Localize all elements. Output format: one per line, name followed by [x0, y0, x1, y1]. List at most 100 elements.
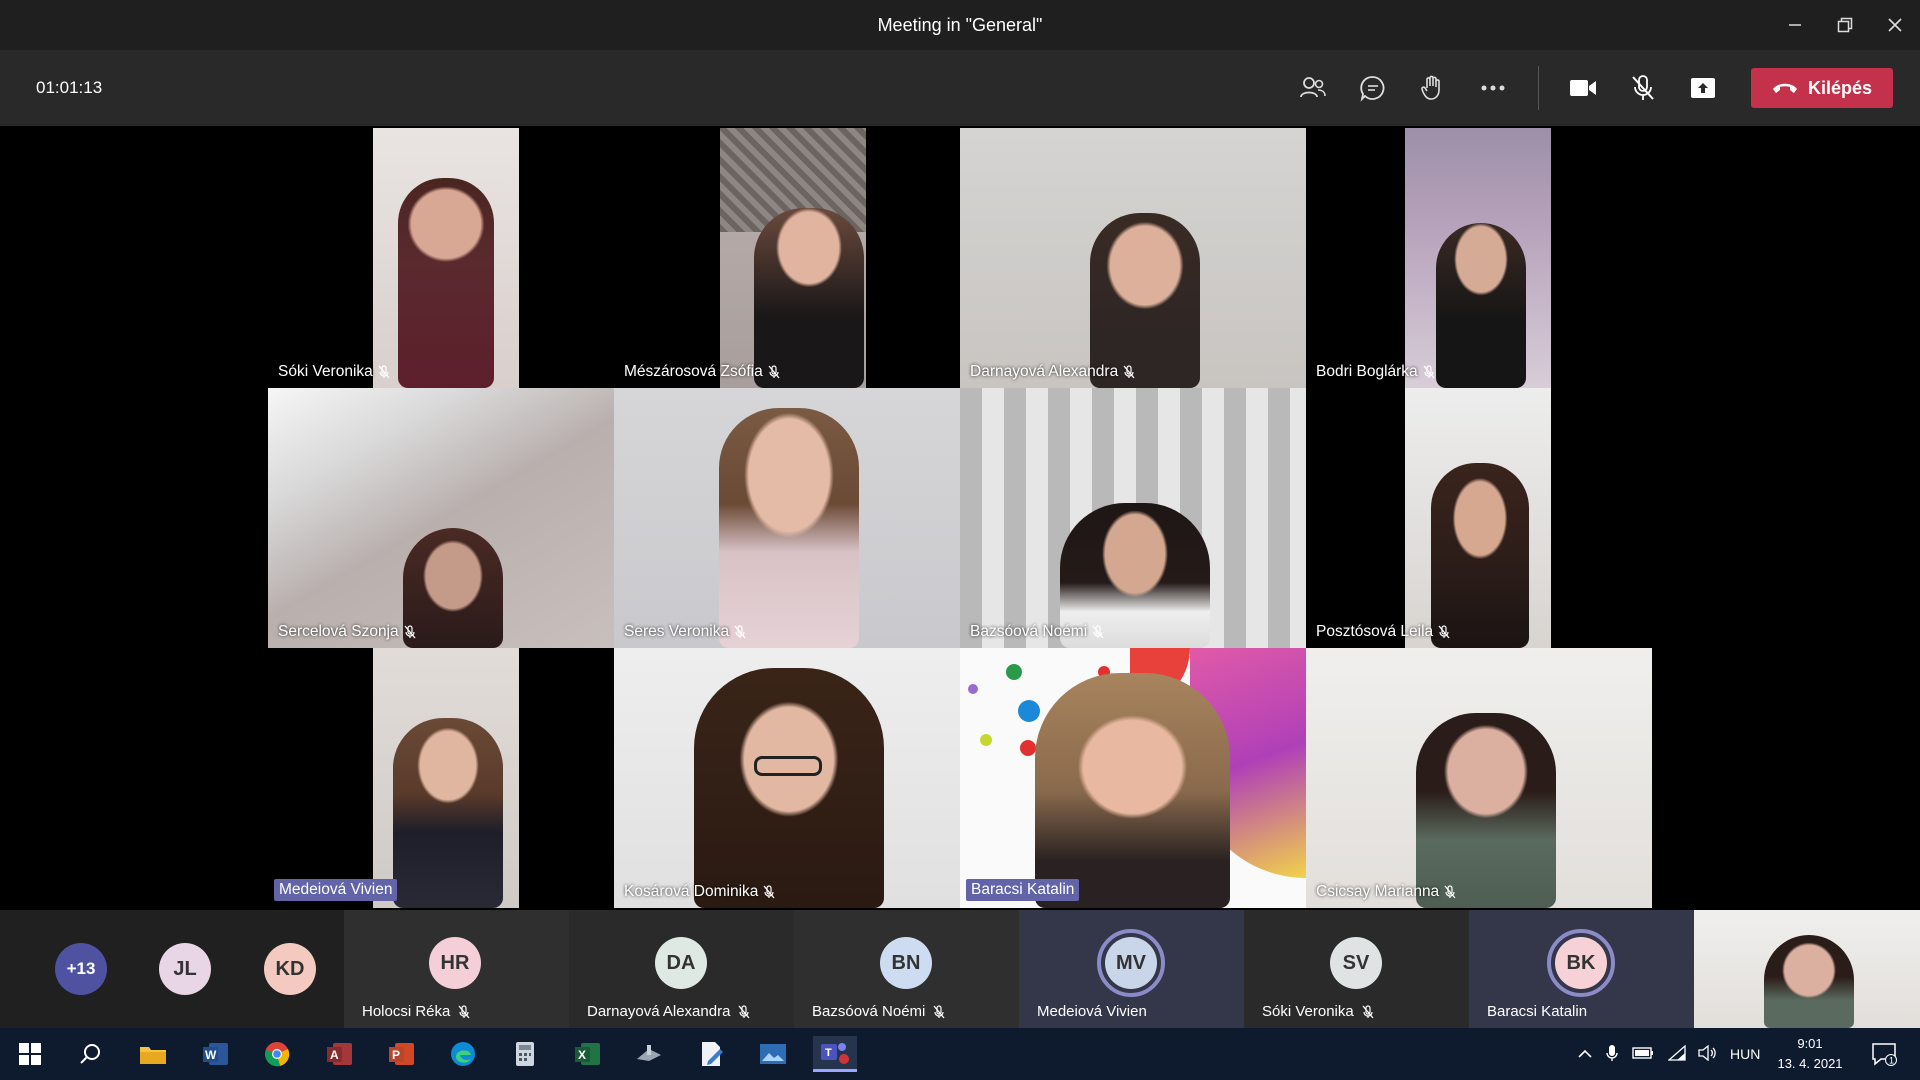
video-tile[interactable]: Sercelová Szonja	[268, 388, 614, 648]
video-tile[interactable]: Bodri Boglárka	[1306, 128, 1652, 388]
window-title: Meeting in "General"	[877, 14, 1043, 35]
video-tile[interactable]: Seres Veronika	[614, 388, 960, 648]
mic-muted-icon	[933, 1004, 945, 1018]
participant-name: Kosárová Dominika	[624, 883, 759, 900]
chip-label: Darnayová Alexandra	[587, 1003, 750, 1020]
participant-name: Bazsóová Noémi	[970, 623, 1088, 640]
photos-icon[interactable]	[751, 1036, 795, 1072]
svg-text:W: W	[205, 1048, 217, 1062]
video-tile[interactable]: Mészárosová Zsófia	[614, 128, 960, 388]
participant-name: Sercelová Szonja	[278, 623, 399, 640]
raise-hand-icon[interactable]	[1413, 68, 1453, 108]
more-icon[interactable]	[1473, 68, 1513, 108]
excel-icon[interactable]: X	[565, 1036, 609, 1072]
participant-label: Seres Veronika	[624, 623, 746, 641]
edge-icon[interactable]	[441, 1036, 485, 1072]
participant-chip[interactable]: DA Darnayová Alexandra	[569, 910, 794, 1028]
microphone-icon[interactable]	[1606, 1044, 1618, 1065]
chip-label: Medeiová Vivien	[1037, 1003, 1147, 1020]
mic-muted-icon	[1123, 365, 1135, 379]
mic-muted-icon	[378, 365, 390, 379]
participant-label: Darnayová Alexandra	[970, 363, 1135, 381]
video-tile[interactable]: Medeiová Vivien	[268, 648, 614, 908]
svg-text:T: T	[825, 1047, 832, 1059]
show-hidden-icons-icon[interactable]	[1578, 1046, 1592, 1062]
word-icon[interactable]: W	[193, 1036, 237, 1072]
windows-taskbar: W A P X T HUN 9:01 13. 4. 2021 1	[0, 1028, 1920, 1080]
avatar: BK	[1555, 937, 1607, 989]
avatar[interactable]: JL	[159, 943, 211, 995]
search-icon[interactable]	[68, 1036, 112, 1072]
participant-chip[interactable]: BN Bazsóová Noémi	[794, 910, 1019, 1028]
close-button[interactable]	[1870, 0, 1920, 50]
chip-label: Bazsóová Noémi	[812, 1003, 945, 1020]
camera-icon[interactable]	[1563, 68, 1603, 108]
start-icon[interactable]	[8, 1036, 52, 1072]
powerpoint-icon[interactable]: P	[379, 1036, 423, 1072]
mic-muted-icon	[1438, 625, 1450, 639]
participant-label: Sóki Veronika	[278, 363, 390, 381]
calculator-icon[interactable]	[503, 1036, 547, 1072]
participant-label: Kosárová Dominika	[624, 883, 775, 901]
volume-icon[interactable]	[1698, 1044, 1718, 1064]
participant-chip[interactable]: MV Medeiová Vivien	[1019, 910, 1244, 1028]
chip-label: Holocsi Réka	[362, 1003, 470, 1020]
participant-label: Csicsay Marianna	[1316, 883, 1456, 901]
video-tile[interactable]: Kosárová Dominika	[614, 648, 960, 908]
video-tile[interactable]: Baracsi Katalin	[960, 648, 1306, 908]
chip-label: Baracsi Katalin	[1487, 1003, 1587, 1020]
app-icon[interactable]	[627, 1036, 671, 1072]
participant-label: Medeiová Vivien	[274, 879, 398, 901]
video-tile[interactable]: Csicsay Marianna	[1306, 648, 1652, 908]
participant-chip[interactable]: SV Sóki Veronika	[1244, 910, 1469, 1028]
chrome-icon[interactable]	[255, 1036, 299, 1072]
participants-icon[interactable]	[1293, 68, 1333, 108]
video-tile[interactable]: Bazsóová Noémi	[960, 388, 1306, 648]
restore-button[interactable]	[1820, 0, 1870, 50]
overflow-participants-button[interactable]: +13	[55, 943, 107, 995]
mic-muted-icon	[1444, 885, 1456, 899]
share-screen-icon[interactable]	[1683, 68, 1723, 108]
participant-name: Sóki Veronika	[278, 363, 373, 380]
minimize-button[interactable]	[1770, 0, 1820, 50]
participant-name: Medeiová Vivien	[1037, 1003, 1147, 1020]
mic-muted-icon	[404, 625, 416, 639]
clock-date: 13. 4. 2021	[1777, 1056, 1843, 1071]
mic-muted-icon	[1423, 365, 1435, 379]
self-view-video[interactable]	[1694, 910, 1920, 1028]
chip-label: Sóki Veronika	[1262, 1003, 1374, 1020]
svg-text:X: X	[578, 1048, 586, 1062]
mic-muted-icon	[763, 885, 775, 899]
participant-chip[interactable]: BK Baracsi Katalin	[1469, 910, 1694, 1028]
phone-hangup-icon	[1772, 83, 1797, 93]
mic-off-icon[interactable]	[1623, 68, 1663, 108]
avatar[interactable]: KD	[264, 943, 316, 995]
teams-icon[interactable]: T	[813, 1036, 857, 1072]
participant-name: Darnayová Alexandra	[970, 363, 1119, 380]
video-tile[interactable]: Posztósová Leila	[1306, 388, 1652, 648]
title-bar: Meeting in "General"	[0, 0, 1920, 50]
video-tile[interactable]: Sóki Veronika	[268, 128, 614, 388]
leave-button[interactable]: Kilépés	[1751, 68, 1893, 108]
participant-name: Bodri Boglárka	[1316, 363, 1418, 380]
participant-chip[interactable]: HR Holocsi Réka	[344, 910, 569, 1028]
participant-name: Csicsay Marianna	[1316, 883, 1440, 900]
avatar: MV	[1105, 937, 1157, 989]
notifications-icon[interactable]: 1	[1862, 1036, 1906, 1072]
file-explorer-icon[interactable]	[131, 1036, 175, 1072]
participant-label: Mészárosová Zsófia	[624, 363, 780, 381]
access-icon[interactable]: A	[317, 1036, 361, 1072]
avatar: SV	[1330, 937, 1382, 989]
taskbar-clock[interactable]: 9:01 13. 4. 2021	[1770, 1034, 1850, 1074]
participant-name: Posztósová Leila	[1316, 623, 1434, 640]
window-controls	[1770, 0, 1920, 50]
participant-name: Baracsi Katalin	[971, 881, 1075, 898]
video-tile[interactable]: Darnayová Alexandra	[960, 128, 1306, 388]
notepad-icon[interactable]	[689, 1036, 733, 1072]
input-language[interactable]: HUN	[1730, 1046, 1760, 1062]
participant-name: Sóki Veronika	[1262, 1003, 1354, 1020]
avatar: HR	[429, 937, 481, 989]
battery-icon[interactable]	[1632, 1046, 1654, 1062]
wifi-icon[interactable]	[1667, 1044, 1686, 1064]
chat-icon[interactable]	[1353, 68, 1393, 108]
